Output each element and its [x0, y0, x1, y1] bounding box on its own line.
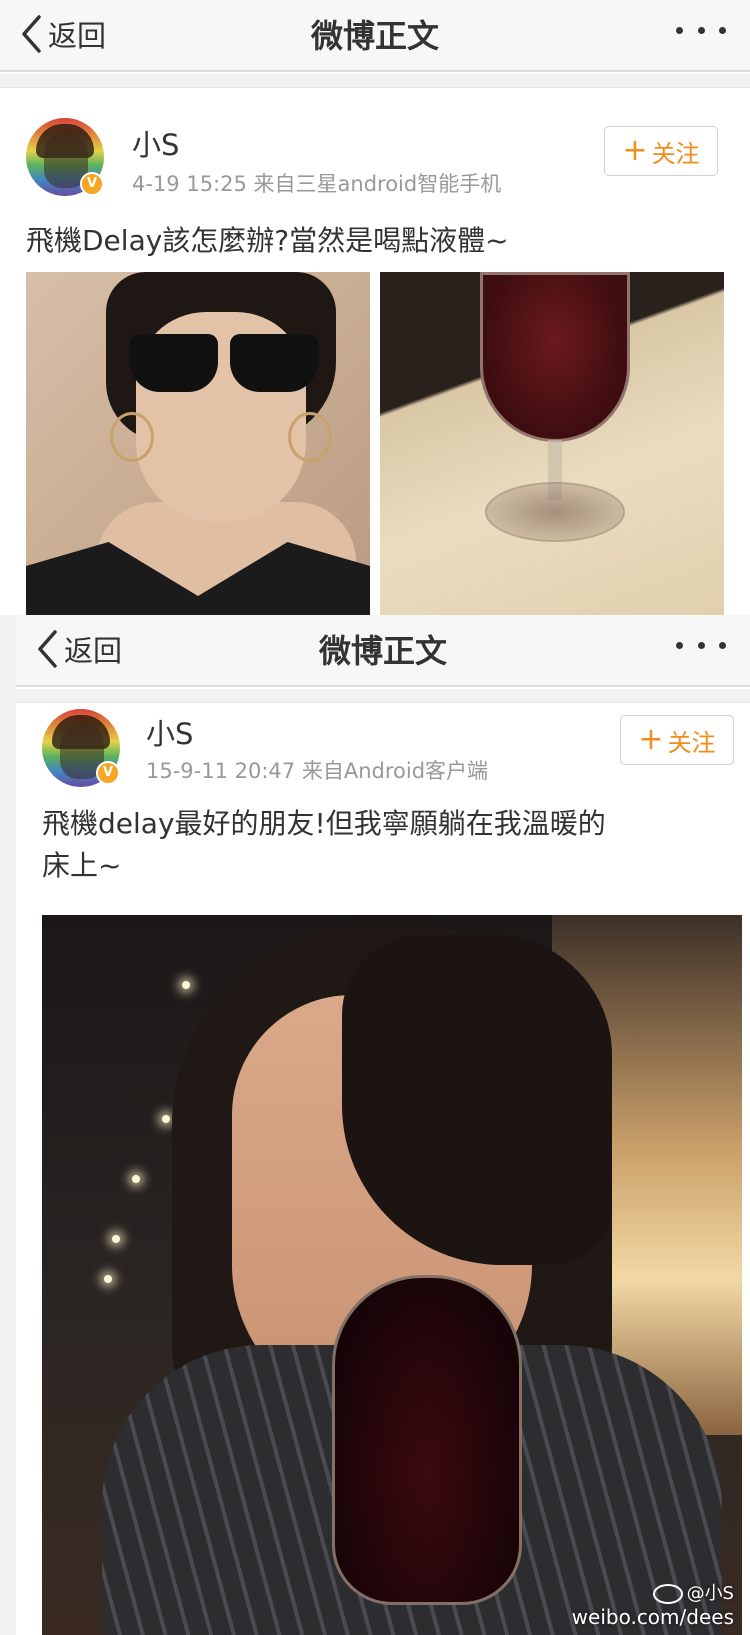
post-image-wine-glass[interactable]: [380, 272, 724, 615]
follow-button[interactable]: + 关注: [620, 715, 734, 765]
more-options-button[interactable]: [676, 24, 726, 36]
nav-bar: 返回 微博正文: [16, 615, 750, 687]
chevron-left-icon: [22, 15, 41, 53]
back-label: 返回: [48, 19, 107, 53]
plus-icon: +: [622, 133, 648, 168]
page-title: 微博正文: [318, 632, 447, 670]
back-button[interactable]: 返回: [20, 12, 106, 56]
weibo-logo-icon: [652, 1584, 683, 1604]
more-dots-icon: [676, 641, 683, 649]
page-title: 微博正文: [310, 17, 439, 55]
back-label: 返回: [64, 634, 123, 668]
follow-button[interactable]: + 关注: [604, 126, 718, 176]
username[interactable]: 小S: [132, 122, 179, 164]
chevron-left-icon: [38, 630, 57, 668]
verified-badge-icon: V: [80, 172, 104, 196]
follow-label: 关注: [667, 728, 716, 757]
post-image-selfie-wine[interactable]: @小S weibo.com/dees: [42, 915, 742, 1635]
divider: [0, 74, 750, 88]
post-image-selfie-sunglasses[interactable]: [26, 272, 370, 615]
nav-bar: 返回 微博正文: [0, 0, 750, 72]
post-meta: 15-9-11 20:47 来自Android客户端: [146, 759, 489, 783]
plus-icon: +: [638, 722, 664, 757]
wine-glass: [332, 1275, 522, 1605]
post-text-line: 床上~: [42, 849, 122, 882]
verified-badge-icon: V: [96, 761, 120, 785]
sunglasses: [130, 334, 320, 394]
weibo-screen-1: 返回 微博正文 V 小S 4-19 15:25 来自三星android智能手机 …: [0, 0, 750, 615]
watermark-name: @小S: [686, 1583, 734, 1604]
divider: [16, 689, 750, 703]
back-button[interactable]: 返回: [36, 627, 122, 671]
post-meta: 4-19 15:25 来自三星android智能手机: [132, 172, 502, 196]
post-text: 飛機Delay該怎麼辦?當然是喝點液體~: [26, 224, 509, 257]
username[interactable]: 小S: [146, 711, 193, 753]
more-options-button[interactable]: [676, 639, 726, 651]
watermark-url: weibo.com/dees: [571, 1605, 734, 1629]
follow-label: 关注: [651, 139, 700, 168]
post-text-line: 飛機delay最好的朋友!但我寧願躺在我溫暖的: [42, 807, 606, 840]
weibo-screen-2: 返回 微博正文 V 小S 15-9-11 20:47 来自Android客户端 …: [16, 615, 750, 1635]
weibo-watermark: @小S weibo.com/dees: [572, 1579, 734, 1629]
post-text: 飛機delay最好的朋友!但我寧願躺在我溫暖的 床上~: [42, 803, 606, 887]
more-dots-icon: [676, 26, 683, 34]
